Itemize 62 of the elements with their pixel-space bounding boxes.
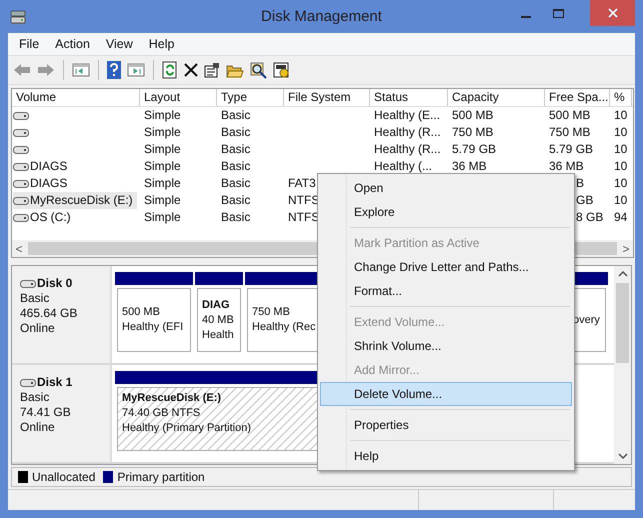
table-cell: Basic xyxy=(221,159,250,173)
disk-name: Disk 1 xyxy=(37,375,72,390)
table-cell-text: GB xyxy=(575,193,594,207)
disk-status: Online xyxy=(20,420,56,435)
legend-label: Primary partition xyxy=(117,470,205,484)
volume-name: DIAGS xyxy=(30,175,68,192)
disk-name: Disk 0 xyxy=(37,276,72,291)
disk-type: Basic xyxy=(20,291,50,306)
window-title: Disk Management xyxy=(261,8,382,25)
table-cell: 750 MB xyxy=(452,125,494,139)
table-cell: Healthy (R... xyxy=(374,142,441,156)
table-cell-text: 8 GB xyxy=(575,210,604,224)
table-cell: 10 xyxy=(614,108,628,122)
table-cell: 36 MB xyxy=(549,159,584,173)
table-cell: Basic xyxy=(221,193,250,207)
partition-status: Health xyxy=(202,328,234,342)
partition-size: 750 MB xyxy=(252,305,290,320)
table-cell: Simple xyxy=(144,108,181,122)
table-cell: 500 MB xyxy=(549,108,590,122)
table-cell: 10 xyxy=(614,125,628,139)
table-cell: 750 MB xyxy=(549,125,590,139)
partition-status: Healthy (Primary Partition) xyxy=(122,421,251,436)
table-cell: Basic xyxy=(221,108,250,122)
table-cell: Basic xyxy=(221,125,250,139)
table-cell: Simple xyxy=(144,159,181,173)
partition-name: MyRescueDisk (E:) xyxy=(122,391,222,406)
table-cell: 5.79 GB xyxy=(549,142,594,156)
partition-size: 500 MB xyxy=(122,305,160,320)
table-cell: Healthy (E... xyxy=(374,108,440,122)
table-cell: 10 xyxy=(614,159,628,173)
partition-status: Healthy (Rec xyxy=(252,320,316,335)
table-cell: Simple xyxy=(144,193,181,207)
partition-name: DIAG xyxy=(202,298,230,312)
disk-status: Online xyxy=(20,321,56,336)
table-cell: 94 xyxy=(614,210,628,224)
volume-name: DIAGS xyxy=(30,158,68,175)
table-cell-text: B xyxy=(575,176,584,190)
table-cell: Basic xyxy=(221,210,250,224)
table-cell: 500 MB xyxy=(452,108,494,122)
table-cell: 10 xyxy=(614,193,628,207)
table-cell: Simple xyxy=(144,125,181,139)
table-cell: Healthy (R... xyxy=(374,125,441,139)
partition-size: 40 MB xyxy=(202,312,234,328)
partition-status: Healthy (EFI xyxy=(122,320,184,335)
table-cell: Simple xyxy=(144,210,181,224)
table-cell: Simple xyxy=(144,142,181,156)
volume-name: MyRescueDisk (E:) xyxy=(30,192,133,209)
table-cell: 36 MB xyxy=(452,159,487,173)
disk-size: 74.41 GB xyxy=(20,405,72,420)
legend-label: Unallocated xyxy=(32,470,96,484)
table-cell: FAT3 xyxy=(288,176,316,190)
table-cell: 10 xyxy=(614,142,628,156)
table-cell: 10 xyxy=(614,176,628,190)
disk-size: 465.64 GB xyxy=(20,306,78,321)
table-cell: Simple xyxy=(144,176,181,190)
table-cell: Basic xyxy=(221,176,250,190)
table-cell: Healthy (... xyxy=(374,159,432,173)
partition-size: 74.40 GB NTFS xyxy=(122,406,200,421)
table-cell: Basic xyxy=(221,142,250,156)
volume-name: OS (C:) xyxy=(30,209,71,226)
table-cell: 5.79 GB xyxy=(452,142,496,156)
disk-type: Basic xyxy=(20,390,50,405)
